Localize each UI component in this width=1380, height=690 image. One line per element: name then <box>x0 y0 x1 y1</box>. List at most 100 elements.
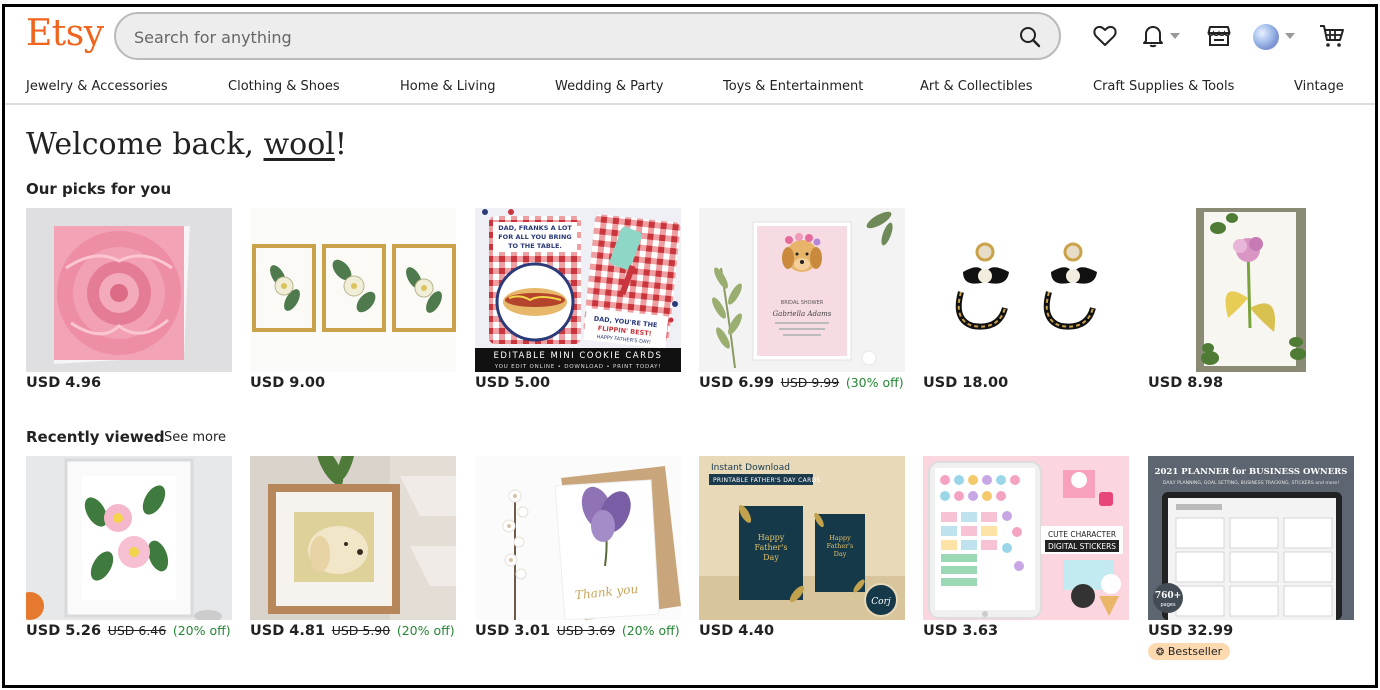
price: USD 3.01 <box>475 623 551 639</box>
recent-card-3[interactable]: Thank you USD 3.01 USD 3.69 (20% off) <box>475 456 681 639</box>
category-home-living[interactable]: Home & Living <box>400 79 495 94</box>
digital-stickers-image: CUTE CHARACTER DIGITAL STICKERS <box>923 456 1129 620</box>
product-image[interactable] <box>1148 208 1354 372</box>
framed-dog-image <box>250 456 456 620</box>
username-link[interactable]: wool <box>263 127 334 162</box>
category-toys-entertainment[interactable]: Toys & Entertainment <box>723 79 863 94</box>
original-price: USD 9.99 <box>780 375 840 390</box>
category-craft-supplies-tools[interactable]: Craft Supplies & Tools <box>1093 79 1234 94</box>
category-vintage[interactable]: Vintage <box>1294 79 1344 94</box>
cart-button[interactable] <box>1317 21 1347 51</box>
pick-card-5[interactable]: USD 18.00 <box>923 208 1129 391</box>
recent-section-title: Recently viewed <box>26 428 165 446</box>
search-bar <box>114 12 1061 60</box>
recent-card-6[interactable]: 2021 PLANNER for BUSINESS OWNERS DAILY P… <box>1148 456 1354 660</box>
cookie-cards-image: DAD, FRANKS A LOT FOR ALL YOU BRING TO T… <box>475 208 681 372</box>
price: USD 4.96 <box>26 375 102 391</box>
price: USD 5.00 <box>475 375 551 391</box>
price: USD 6.99 <box>699 375 775 391</box>
pick-card-6[interactable]: USD 8.98 <box>1148 208 1354 391</box>
pick-card-3[interactable]: DAD, FRANKS A LOT FOR ALL YOU BRING TO T… <box>475 208 681 391</box>
search-button[interactable] <box>1015 22 1045 52</box>
printable-ribbon-text: PRINTABLE FATHER'S DAY CARDS <box>713 477 821 484</box>
fathers-day-cards-image: Instant Download PRINTABLE FATHER'S DAY … <box>699 456 905 620</box>
framed-camellia-image <box>26 456 232 620</box>
product-image[interactable]: CUTE CHARACTER DIGITAL STICKERS <box>923 456 1129 620</box>
pearl-earrings-image <box>923 208 1129 372</box>
discount: (20% off) <box>621 623 680 638</box>
card1-line1: Happy <box>758 533 785 542</box>
heart-icon <box>1093 25 1117 46</box>
instant-download-text: Instant Download <box>711 463 790 473</box>
discount: (30% off) <box>845 375 904 390</box>
recent-card-5[interactable]: CUTE CHARACTER DIGITAL STICKERS USD 3.63 <box>923 456 1129 639</box>
botanical-prints-image <box>250 208 456 372</box>
product-image[interactable]: Thank you <box>475 456 681 620</box>
recent-card-1[interactable]: USD 5.26 USD 6.46 (20% off) <box>26 456 232 639</box>
product-image[interactable]: BRIDAL SHOWER Gabriella Adams <box>699 208 905 372</box>
category-wedding-party[interactable]: Wedding & Party <box>555 79 663 94</box>
avatar[interactable] <box>1253 24 1279 50</box>
card1-line2: Father's <box>754 543 787 552</box>
card-left-text-1: DAD, FRANKS A LOT <box>498 224 572 232</box>
card2-line3: Day <box>834 550 847 558</box>
account-caret-icon[interactable] <box>1285 33 1295 39</box>
shop-manager-button[interactable] <box>1204 21 1234 51</box>
pages-label-text: pages <box>1160 602 1175 608</box>
picks-section-title: Our picks for you <box>26 180 172 198</box>
purple-flower-card-image: Thank you <box>475 456 681 620</box>
welcome-heading: Welcome back, wool! <box>26 127 347 162</box>
notifications-button[interactable] <box>1138 21 1168 51</box>
search-input[interactable] <box>134 25 994 49</box>
banner-text: EDITABLE MINI COOKIE CARDS <box>494 351 663 361</box>
category-nav: Jewelry & Accessories Clothing & Shoes H… <box>5 73 1375 105</box>
notifications-caret-icon[interactable] <box>1170 33 1180 39</box>
card-left-text-3: TO THE TABLE. <box>508 242 562 250</box>
discount: (20% off) <box>172 623 231 638</box>
price: USD 3.63 <box>923 623 999 639</box>
invite-line-1: BRIDAL SHOWER <box>781 300 824 306</box>
original-price: USD 3.69 <box>556 623 616 638</box>
planner-title: 2021 PLANNER for BUSINESS OWNERS <box>1155 467 1348 477</box>
product-image[interactable]: Instant Download PRINTABLE FATHER'S DAY … <box>699 456 905 620</box>
pick-card-1[interactable]: USD 4.96 <box>26 208 232 391</box>
product-image[interactable] <box>26 456 232 620</box>
shop-logo-text: Corj <box>871 597 891 607</box>
badge-icon: ❂ <box>1156 647 1165 658</box>
recent-card-4[interactable]: Instant Download PRINTABLE FATHER'S DAY … <box>699 456 905 639</box>
bell-icon <box>1143 26 1163 48</box>
recent-card-2[interactable]: USD 4.81 USD 5.90 (20% off) <box>250 456 456 639</box>
welcome-prefix: Welcome back, <box>26 127 264 162</box>
invite-line-2: Gabriella Adams <box>773 310 832 318</box>
card2-line2: Father's <box>827 542 854 550</box>
etsy-logo[interactable]: Etsy <box>26 13 104 54</box>
card2-line1: Happy <box>829 534 851 542</box>
price: USD 4.40 <box>699 623 775 639</box>
pink-camellia-card-image <box>26 208 232 372</box>
favorites-button[interactable] <box>1090 21 1120 51</box>
pick-card-4[interactable]: BRIDAL SHOWER Gabriella Adams USD 6.99 U… <box>699 208 905 391</box>
product-image[interactable] <box>26 208 232 372</box>
see-more-link[interactable]: See more <box>164 430 226 445</box>
product-image[interactable]: 2021 PLANNER for BUSINESS OWNERS DAILY P… <box>1148 456 1354 620</box>
product-image[interactable] <box>250 456 456 620</box>
pick-card-2[interactable]: USD 9.00 <box>250 208 456 391</box>
discount: (20% off) <box>396 623 455 638</box>
category-clothing-shoes[interactable]: Clothing & Shoes <box>228 79 340 94</box>
banner-subtext: YOU EDIT ONLINE • DOWNLOAD • PRINT TODAY… <box>494 364 662 370</box>
planner-subtitle: DAILY PLANNING, GOAL SETTING, BUSINESS T… <box>1163 480 1339 486</box>
etsy-page: Etsy Jewelry & Accessories Clothing & Sh… <box>2 4 1378 688</box>
product-image[interactable] <box>923 208 1129 372</box>
original-price: USD 5.90 <box>331 623 391 638</box>
bestseller-badge: ❂ Bestseller <box>1148 643 1231 660</box>
category-jewelry-accessories[interactable]: Jewelry & Accessories <box>26 79 168 94</box>
cart-icon <box>1320 25 1344 47</box>
category-art-collectibles[interactable]: Art & Collectibles <box>920 79 1032 94</box>
badge-label: Bestseller <box>1167 645 1223 658</box>
product-image[interactable] <box>250 208 456 372</box>
price: USD 18.00 <box>923 375 1009 391</box>
pages-count-text: 760+ <box>1155 591 1181 601</box>
product-image[interactable]: DAD, FRANKS A LOT FOR ALL YOU BRING TO T… <box>475 208 681 372</box>
price: USD 9.00 <box>250 375 326 391</box>
watercolor-painting-image <box>1148 208 1354 372</box>
